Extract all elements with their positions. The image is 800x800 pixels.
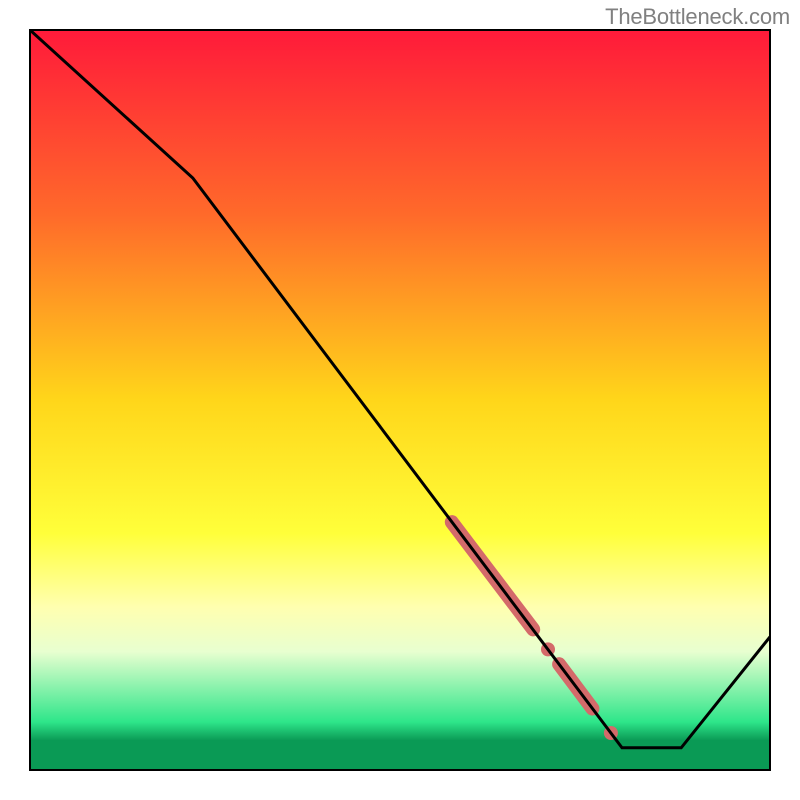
chart-container: TheBottleneck.com	[0, 0, 800, 800]
watermark-text: TheBottleneck.com	[605, 4, 790, 30]
gradient-background	[30, 30, 770, 770]
bottleneck-chart	[0, 0, 800, 800]
